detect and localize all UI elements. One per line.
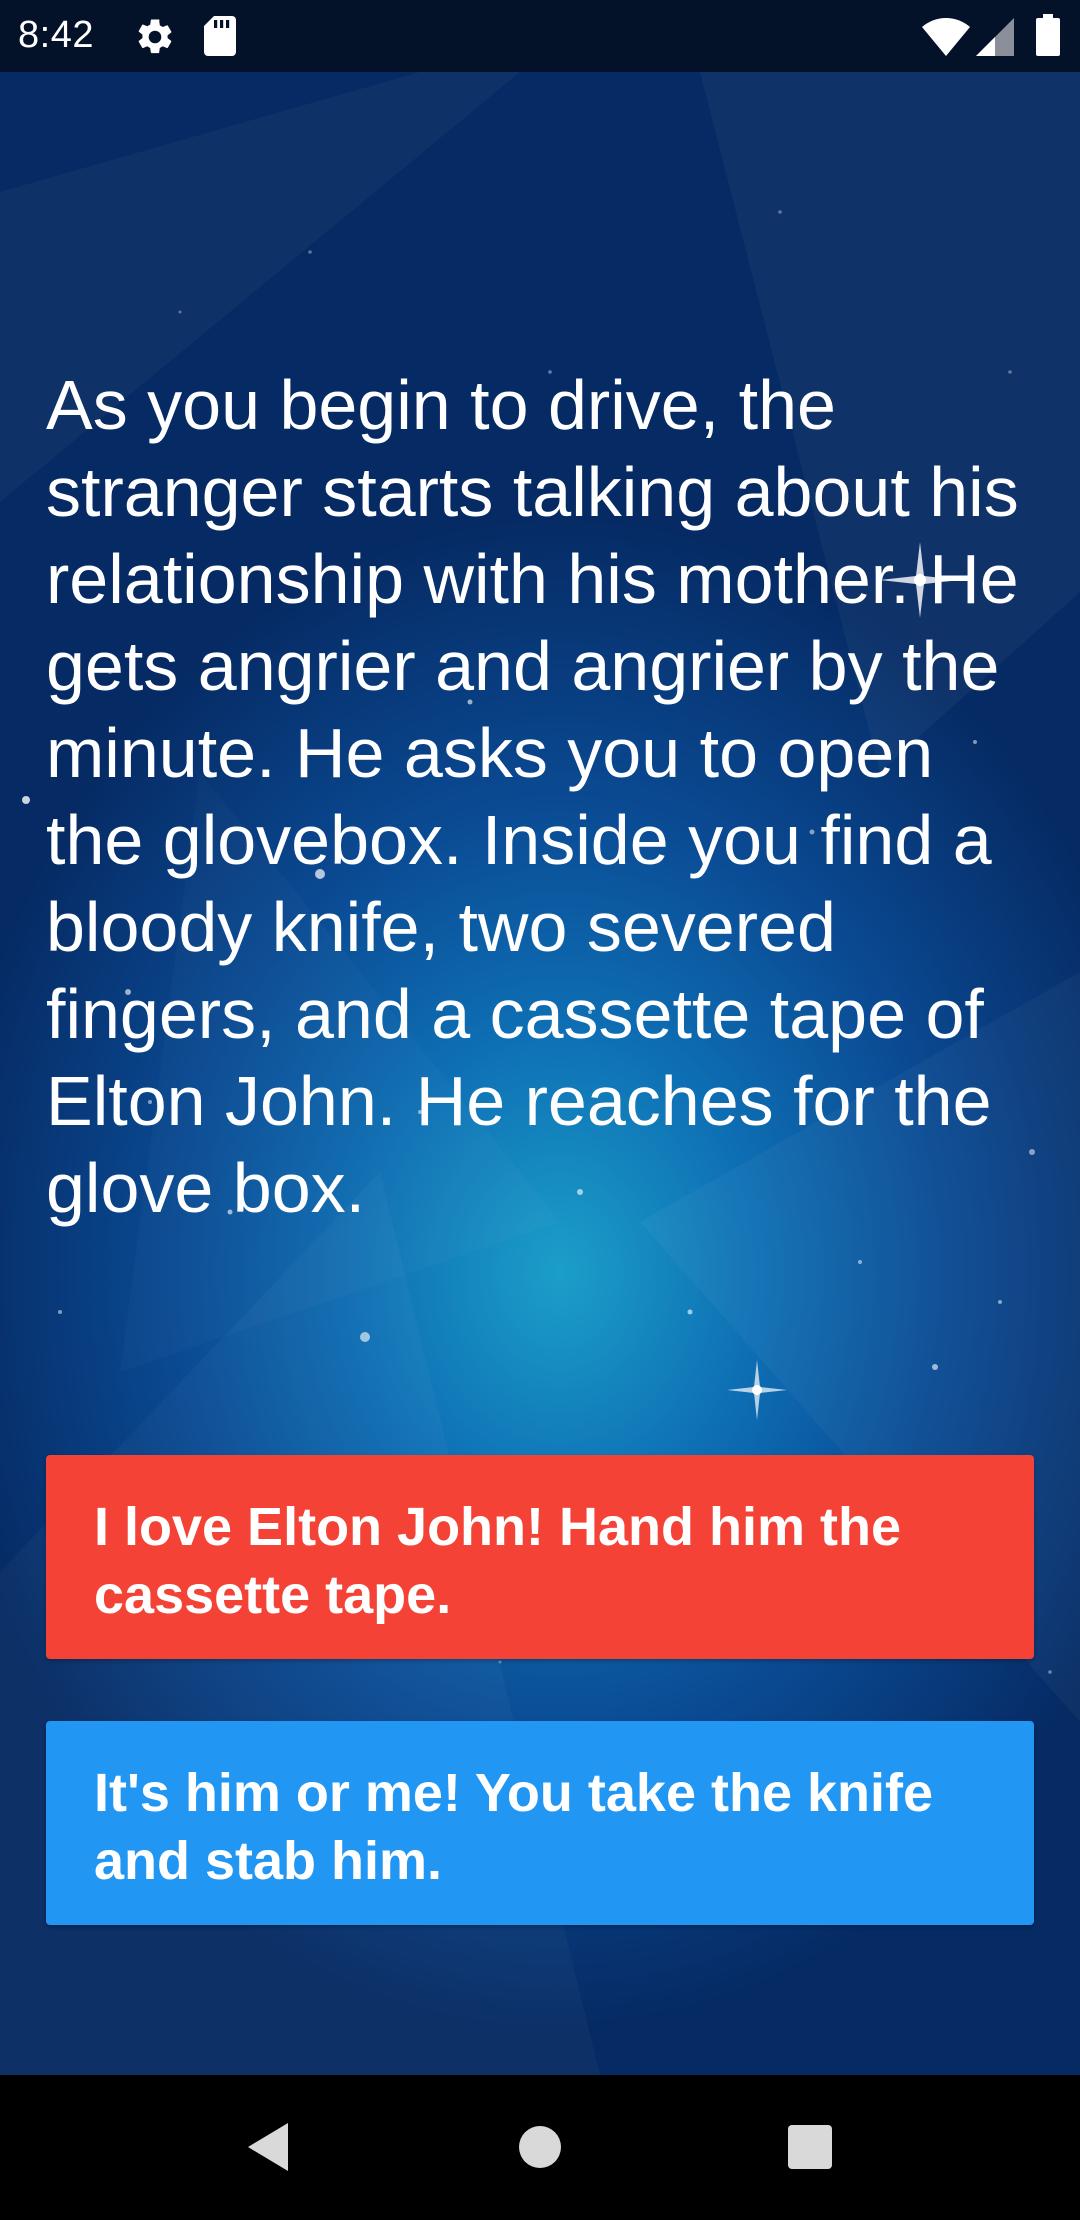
starfield-background: As you begin to drive, the stranger star… [0,72,1080,2075]
app-screen: 8:42 As you begin to drive, the stranger… [0,0,1080,2220]
signal-icon [976,18,1014,56]
recents-icon[interactable] [778,2115,842,2179]
choice-1-button[interactable]: I love Elton John! Hand him the cassette… [46,1455,1034,1659]
status-time: 8:42 [18,14,94,56]
story-text: As you begin to drive, the stranger star… [46,366,1019,1227]
navigation-bar [0,2075,1080,2220]
choice-2-button[interactable]: It's him or me! You take the knife and s… [46,1721,1034,1925]
gear-icon [138,19,172,54]
back-icon[interactable] [238,2115,302,2179]
wifi-icon [922,18,970,56]
status-bar: 8:42 [0,0,1080,72]
home-icon[interactable] [508,2115,572,2179]
battery-icon [1036,14,1060,56]
sdcard-icon [204,16,236,56]
